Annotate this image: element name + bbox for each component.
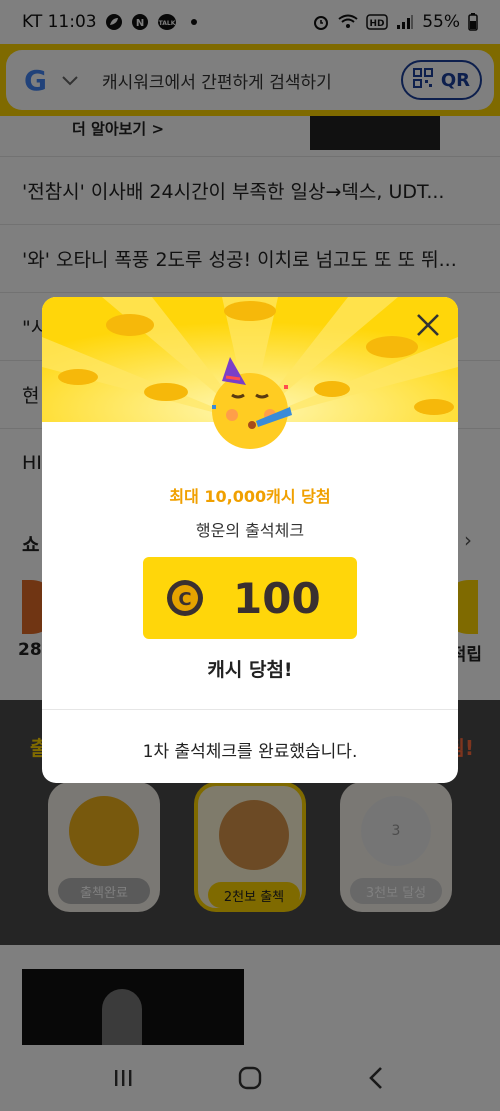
party-face-icon	[200, 355, 300, 455]
cash-won-label: 캐시 당첨!	[207, 659, 293, 681]
modal-subtitle: 행운의 출석체크	[195, 521, 305, 540]
reward-amount-box: C 100	[143, 557, 357, 639]
reward-modal: 최대 10,000캐시 당첨 행운의 출석체크 C 100 캐시 당첨! 1차 …	[42, 297, 458, 783]
divider	[42, 709, 458, 710]
svg-text:C: C	[178, 589, 191, 610]
reward-amount: 100	[233, 573, 321, 623]
close-icon[interactable]	[414, 311, 442, 339]
promo-text: 최대 10,000캐시 당첨	[169, 487, 331, 506]
cash-coin-icon: C	[165, 578, 205, 618]
completion-message: 1차 출석체크를 완료했습니다.	[142, 742, 358, 762]
